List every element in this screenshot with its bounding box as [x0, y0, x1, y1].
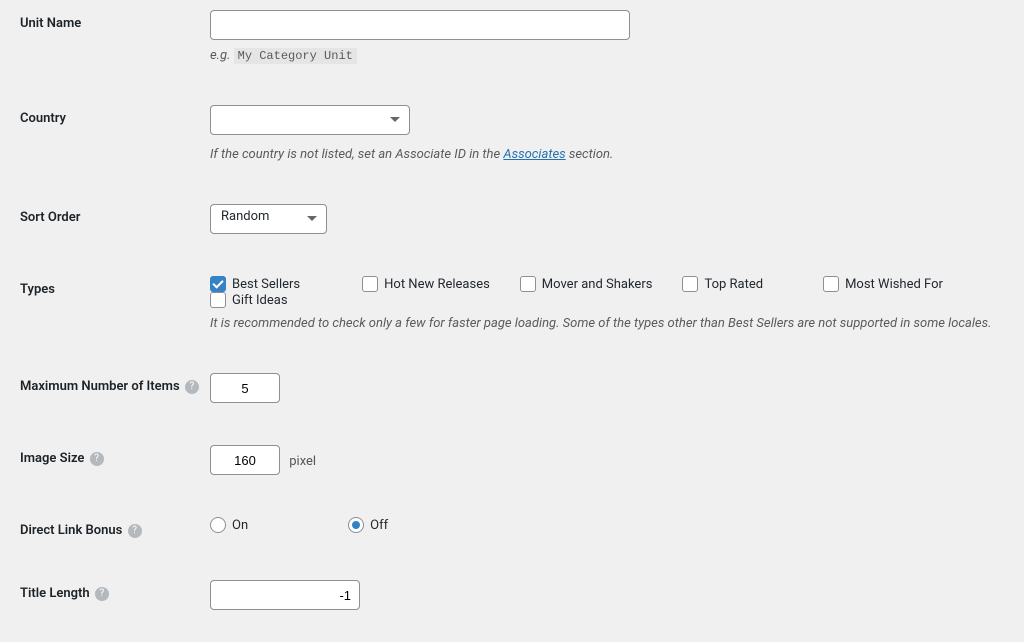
types-label: Types: [20, 276, 210, 297]
help-icon[interactable]: ?: [128, 524, 142, 538]
unit-name-help-code: My Category Unit: [234, 48, 357, 64]
image-size-unit: pixel: [289, 454, 316, 469]
type-mover-shakers[interactable]: Mover and Shakers: [520, 276, 653, 292]
image-size-row: Image Size ? pixel: [20, 445, 1004, 475]
type-label: Gift Ideas: [232, 293, 288, 308]
sort-order-row: Sort Order Random: [20, 204, 1004, 234]
sort-order-select[interactable]: Random: [210, 204, 327, 234]
checkbox-icon: [682, 276, 698, 292]
unit-name-row: Unit Name e.g. My Category Unit: [20, 10, 1004, 63]
direct-link-on[interactable]: On: [210, 517, 248, 533]
unit-name-help-prefix: e.g.: [210, 48, 234, 63]
type-top-rated[interactable]: Top Rated: [682, 276, 763, 292]
image-size-field: pixel: [210, 445, 1004, 475]
country-help-suffix: section.: [566, 147, 614, 162]
type-label: Hot New Releases: [384, 277, 490, 292]
unit-name-help: e.g. My Category Unit: [210, 48, 1004, 63]
type-most-wished[interactable]: Most Wished For: [823, 276, 943, 292]
type-best-sellers[interactable]: Best Sellers: [210, 276, 300, 292]
unit-name-input[interactable]: [210, 10, 630, 40]
radio-label: Off: [370, 518, 388, 533]
max-items-field: [210, 373, 1004, 403]
unit-name-field: e.g. My Category Unit: [210, 10, 1004, 63]
type-gift-ideas[interactable]: Gift Ideas: [210, 292, 288, 308]
type-label: Top Rated: [704, 277, 763, 292]
direct-link-off[interactable]: Off: [348, 517, 388, 533]
types-checkbox-row: Best Sellers Hot New Releases Mover and …: [210, 276, 1004, 308]
country-help: If the country is not listed, set an Ass…: [210, 147, 1004, 162]
direct-link-row: Direct Link Bonus ? On Off: [20, 517, 1004, 538]
country-row: Country If the country is not listed, se…: [20, 105, 1004, 162]
direct-link-radio-row: On Off: [210, 517, 1004, 533]
title-length-field: [210, 580, 1004, 610]
title-length-input[interactable]: [210, 580, 360, 610]
sort-order-label: Sort Order: [20, 204, 210, 225]
checkbox-icon: [362, 276, 378, 292]
country-field: If the country is not listed, set an Ass…: [210, 105, 1004, 162]
max-items-row: Maximum Number of Items ?: [20, 373, 1004, 403]
country-select-wrap: [210, 105, 410, 135]
checkbox-icon: [210, 276, 226, 292]
type-label: Best Sellers: [232, 277, 300, 292]
types-help: It is recommended to check only a few fo…: [210, 316, 1004, 331]
title-length-label: Title Length ?: [20, 580, 210, 601]
sort-order-select-wrap: Random: [210, 204, 327, 234]
country-help-prefix: If the country is not listed, set an Ass…: [210, 147, 503, 162]
help-icon[interactable]: ?: [90, 452, 104, 466]
associates-link[interactable]: Associates: [503, 147, 565, 162]
checkbox-icon: [520, 276, 536, 292]
type-label: Mover and Shakers: [542, 277, 653, 292]
country-select[interactable]: [210, 105, 410, 135]
unit-name-label: Unit Name: [20, 10, 210, 31]
radio-label: On: [232, 518, 248, 533]
types-row: Types Best Sellers Hot New Releases Move…: [20, 276, 1004, 331]
checkbox-icon: [210, 292, 226, 308]
radio-icon: [210, 517, 226, 533]
type-hot-new-releases[interactable]: Hot New Releases: [362, 276, 490, 292]
country-label: Country: [20, 105, 210, 126]
sort-order-field: Random: [210, 204, 1004, 234]
direct-link-field: On Off: [210, 517, 1004, 533]
checkbox-icon: [823, 276, 839, 292]
radio-icon: [348, 517, 364, 533]
help-icon[interactable]: ?: [95, 587, 109, 601]
max-items-label: Maximum Number of Items ?: [20, 373, 210, 394]
max-items-input[interactable]: [210, 373, 280, 403]
title-length-row: Title Length ?: [20, 580, 1004, 610]
help-icon[interactable]: ?: [185, 380, 199, 394]
direct-link-label: Direct Link Bonus ?: [20, 517, 210, 538]
image-size-label: Image Size ?: [20, 445, 210, 466]
image-size-input[interactable]: [210, 445, 280, 475]
types-field: Best Sellers Hot New Releases Mover and …: [210, 276, 1004, 331]
type-label: Most Wished For: [845, 277, 943, 292]
